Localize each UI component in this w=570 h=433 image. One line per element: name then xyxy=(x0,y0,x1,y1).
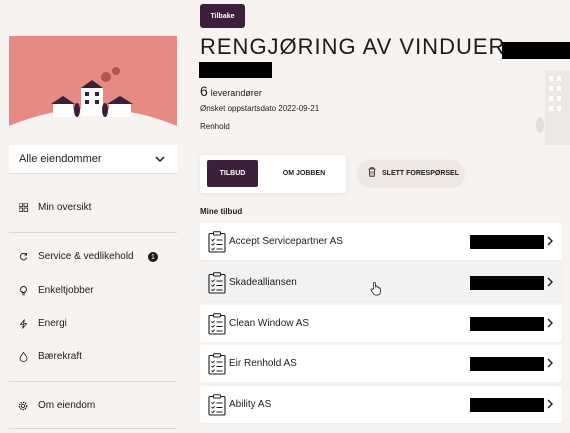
redacted-block xyxy=(470,235,544,249)
offer-supplier-name: Clean Window AS xyxy=(229,318,310,329)
sidebar-item-label: Min oversikt xyxy=(38,202,92,213)
sidebar: Alle eiendommer Min oversikt Service & v… xyxy=(0,0,186,433)
delete-request-button[interactable]: SLETT FORESPØRSEL xyxy=(358,160,464,186)
page-title: RENGJØRING AV VINDUER ( xyxy=(200,34,518,60)
offers-section-title: Mine tilbud xyxy=(200,207,243,216)
clipboard-icon xyxy=(208,272,226,294)
offer-row[interactable]: Eir Renhold AS xyxy=(200,345,562,382)
offer-supplier-name: Accept Servicepartner AS xyxy=(229,236,343,247)
notification-badge: 1 xyxy=(148,252,158,262)
sidebar-item-label: Service & vedlikehold xyxy=(38,251,134,262)
supplier-count: 6 leverandører xyxy=(200,83,262,99)
sidebar-item-label: Enkeltjobber xyxy=(38,285,94,296)
offer-row[interactable]: Clean Window AS xyxy=(200,305,562,342)
back-button[interactable]: Tilbake xyxy=(200,4,245,28)
lightning-icon xyxy=(18,318,28,329)
tab-bar: TILBUD OM JOBBEN xyxy=(200,155,346,193)
lightbulb-icon xyxy=(18,285,28,296)
offer-supplier-name: Eir Renhold AS xyxy=(229,358,297,369)
chevron-right-icon xyxy=(547,358,553,368)
tab-offers[interactable]: TILBUD xyxy=(207,160,258,187)
page-title-text: RENGJØRING AV VINDUER xyxy=(200,34,506,59)
divider xyxy=(9,381,177,382)
clipboard-icon xyxy=(208,231,226,253)
delete-request-label: SLETT FORESPØRSEL xyxy=(382,169,460,177)
chevron-right-icon xyxy=(547,399,553,409)
gear-icon xyxy=(18,401,28,411)
clipboard-icon xyxy=(208,313,226,335)
clipboard-icon xyxy=(208,353,226,375)
tab-about-job[interactable]: OM JOBBEN xyxy=(266,160,342,187)
supplier-count-number: 6 xyxy=(200,83,208,99)
sidebar-item-overview[interactable]: Min oversikt xyxy=(18,202,91,213)
offer-row[interactable]: Accept Servicepartner AS xyxy=(200,223,562,260)
chevron-down-icon xyxy=(155,156,165,163)
divider xyxy=(9,428,177,429)
category-label: Renhold xyxy=(200,122,230,131)
sidebar-item-sustainability[interactable]: Bærekraft xyxy=(18,351,82,362)
refresh-icon xyxy=(18,252,28,262)
supplier-count-label: leverandører xyxy=(210,88,262,98)
redacted-block xyxy=(502,42,570,59)
hand-cursor-icon xyxy=(370,282,381,296)
chevron-right-icon xyxy=(547,277,553,287)
offer-supplier-name: Skadealliansen xyxy=(229,277,297,288)
sidebar-item-about-property[interactable]: Om eiendom xyxy=(18,400,95,411)
redacted-block xyxy=(470,317,544,331)
property-select-value: Alle eiendommer xyxy=(19,153,102,165)
offer-row[interactable]: Ability AS xyxy=(200,386,562,423)
clipboard-icon xyxy=(208,394,226,416)
offer-supplier-name: Ability AS xyxy=(229,399,272,410)
building-illustration xyxy=(536,70,570,145)
start-date: Ønsket oppstartsdato 2022-09-21 xyxy=(200,104,320,113)
redacted-block xyxy=(470,276,544,290)
chevron-right-icon xyxy=(547,318,553,328)
drop-icon xyxy=(18,351,28,362)
sidebar-item-label: Om eiendom xyxy=(38,400,96,411)
redacted-block xyxy=(470,357,544,371)
sidebar-item-energy[interactable]: Energi xyxy=(18,318,67,329)
chevron-right-icon xyxy=(547,236,553,246)
trash-icon xyxy=(368,167,376,179)
sidebar-item-label: Energi xyxy=(38,318,67,329)
grid-icon xyxy=(18,203,28,213)
divider xyxy=(9,232,177,233)
sidebar-item-service[interactable]: Service & vedlikehold xyxy=(18,251,134,262)
property-select[interactable]: Alle eiendommer xyxy=(9,145,177,174)
property-illustration xyxy=(9,36,177,145)
redacted-block xyxy=(470,398,544,412)
sidebar-item-single-jobs[interactable]: Enkeltjobber xyxy=(18,285,94,296)
redacted-block xyxy=(199,62,272,78)
sidebar-item-label: Bærekraft xyxy=(38,351,82,362)
